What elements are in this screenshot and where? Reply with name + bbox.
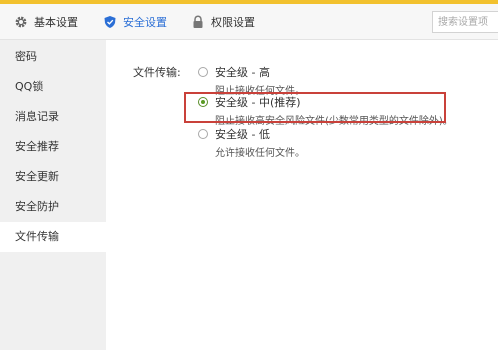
security-level-high-radio[interactable] [198,67,208,77]
security-level-medium-radio[interactable] [198,97,208,107]
shield-icon [104,15,116,28]
sidebar-item-file-transfer[interactable]: 文件传输 [0,222,106,252]
security-level-medium-title: 安全级 - 中(推荐) [215,96,301,109]
security-level-high-option[interactable]: 安全级 - 高 阻止接收任何文件。 [198,64,305,97]
security-level-low-radio[interactable] [198,129,208,139]
gear-icon [15,16,27,27]
file-transfer-label: 文件传输: [133,66,181,79]
security-level-high-title: 安全级 - 高 [215,66,270,79]
security-level-low-title: 安全级 - 低 [215,128,270,141]
tab-security-settings[interactable]: 安全设置 [103,4,167,39]
file-transfer-panel: 文件传输: 安全级 - 高 阻止接收任何文件。 安全级 - 中(推荐) 阻止接收… [106,40,498,350]
security-level-low-option[interactable]: 安全级 - 低 允许接收任何文件。 [198,126,305,159]
security-level-low-desc: 允许接收任何文件。 [215,148,305,159]
sidebar-item-security-recommend[interactable]: 安全推荐 [0,132,106,162]
sidebar-item-security-protection[interactable]: 安全防护 [0,192,106,222]
tab-basic-settings[interactable]: 基本设置 [14,4,78,39]
lock-icon [193,15,203,28]
settings-toolbar: 基本设置 安全设置 权限设置 [0,4,498,40]
security-level-medium-option[interactable]: 安全级 - 中(推荐) 阻止接收高安全风险文件(少数常用类型的文件除外)。 [198,94,453,127]
sidebar: 密码 QQ锁 消息记录 安全推荐 安全更新 安全防护 文件传输 [0,40,106,350]
search-input[interactable] [432,11,498,33]
sidebar-item-security-update[interactable]: 安全更新 [0,162,106,192]
tab-permission-settings[interactable]: 权限设置 [191,4,255,39]
tab-permission-settings-label: 权限设置 [211,15,255,29]
sidebar-item-message-history[interactable]: 消息记录 [0,102,106,132]
tab-basic-settings-label: 基本设置 [34,15,78,29]
sidebar-item-qq-lock[interactable]: QQ锁 [0,72,106,102]
tab-security-settings-label: 安全设置 [123,15,167,29]
security-level-medium-desc: 阻止接收高安全风险文件(少数常用类型的文件除外)。 [215,116,453,127]
sidebar-item-password[interactable]: 密码 [0,42,106,72]
